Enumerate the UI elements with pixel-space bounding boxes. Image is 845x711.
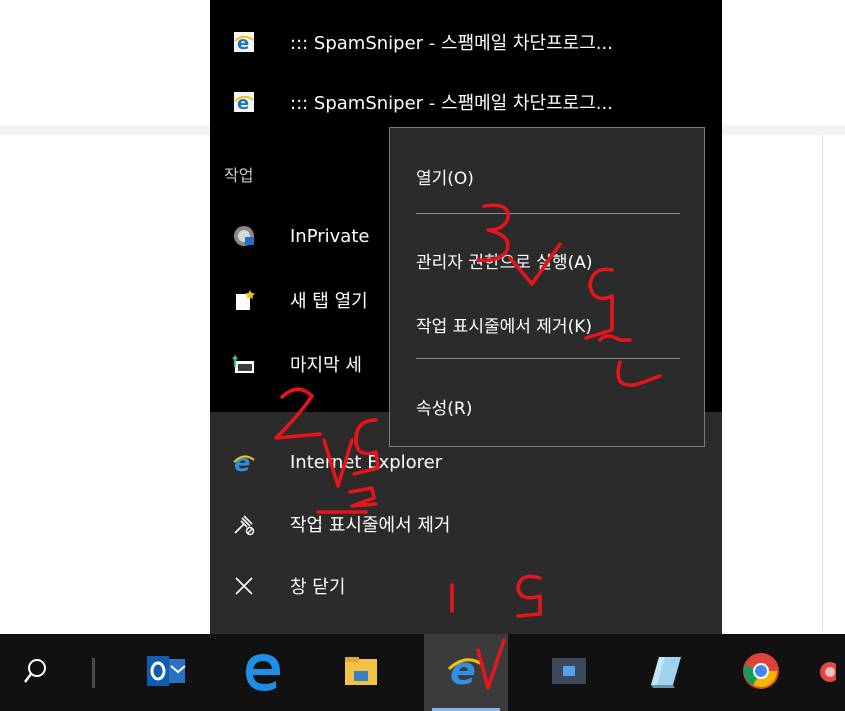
internet-explorer-icon: e bbox=[446, 649, 486, 695]
chrome-icon bbox=[741, 651, 781, 695]
taskbar-notepad[interactable] bbox=[632, 634, 698, 711]
menu-open[interactable]: 열기(O) bbox=[416, 164, 474, 189]
jump-item-recent-1[interactable]: e ::: SpamSniper - 스팸메일 차단프로그... bbox=[210, 22, 722, 62]
menu-unpin[interactable]: 작업 표시줄에서 제거(K) bbox=[416, 312, 592, 337]
menu-properties[interactable]: 속성(R) bbox=[416, 394, 472, 419]
file-explorer-icon bbox=[343, 655, 379, 691]
taskbar-separator bbox=[92, 658, 95, 688]
app-folder-icon bbox=[550, 654, 588, 692]
jump-item-label: ::: SpamSniper - 스팸메일 차단프로그... bbox=[290, 33, 613, 54]
ie-page-icon: e bbox=[232, 30, 256, 54]
menu-separator bbox=[416, 213, 680, 214]
context-menu: 열기(O) 관리자 권한으로 실행(A) 작업 표시줄에서 제거(K) 속성(R… bbox=[389, 127, 705, 447]
outlook-icon bbox=[147, 654, 187, 692]
svg-text:e: e bbox=[450, 651, 476, 691]
taskbar: e bbox=[0, 634, 845, 711]
taskbar-outlook[interactable] bbox=[134, 634, 200, 711]
taskbar-chrome[interactable] bbox=[728, 634, 794, 711]
taskbar-app-folder[interactable] bbox=[536, 634, 602, 711]
jump-item-label: 마지막 세 bbox=[290, 355, 362, 376]
jump-item-close-window[interactable]: 창 닫기 bbox=[210, 566, 722, 606]
background-divider bbox=[822, 135, 823, 630]
ie-page-icon: e bbox=[232, 90, 256, 114]
jump-item-label: InPrivate bbox=[290, 225, 370, 247]
background-page bbox=[722, 135, 845, 630]
taskbar-edge[interactable] bbox=[230, 634, 296, 711]
reopen-session-icon bbox=[232, 352, 256, 376]
tasks-header: 작업 bbox=[224, 166, 254, 185]
jump-item-label: 새 탭 열기 bbox=[290, 291, 368, 312]
inprivate-icon bbox=[232, 224, 256, 248]
app-icon bbox=[816, 656, 840, 690]
unpin-icon bbox=[232, 512, 256, 536]
taskbar-overflow-app[interactable] bbox=[816, 634, 845, 711]
jump-item-label: ::: SpamSniper - 스팸메일 차단프로그... bbox=[290, 93, 613, 114]
notepad-icon bbox=[645, 653, 685, 693]
close-icon bbox=[232, 574, 256, 598]
jump-item-unpin[interactable]: 작업 표시줄에서 제거 bbox=[210, 504, 722, 544]
jump-item-recent-2[interactable]: e ::: SpamSniper - 스팸메일 차단프로그... bbox=[210, 82, 722, 122]
jump-item-internet-explorer[interactable]: e Internet Explorer bbox=[210, 442, 722, 482]
taskbar-internet-explorer[interactable]: e bbox=[424, 634, 508, 711]
new-tab-icon bbox=[232, 288, 256, 312]
jump-item-label: Internet Explorer bbox=[290, 451, 443, 473]
jump-item-label: 창 닫기 bbox=[290, 577, 346, 598]
edge-icon bbox=[243, 651, 283, 695]
taskbar-file-explorer[interactable] bbox=[328, 634, 394, 711]
menu-separator bbox=[416, 358, 680, 359]
search-button[interactable] bbox=[6, 634, 66, 711]
jump-item-label: 작업 표시줄에서 제거 bbox=[290, 515, 451, 536]
internet-explorer-icon: e bbox=[232, 450, 256, 474]
menu-run-as-admin[interactable]: 관리자 권한으로 실행(A) bbox=[416, 248, 592, 273]
svg-text:e: e bbox=[234, 450, 250, 474]
search-icon bbox=[23, 657, 49, 689]
